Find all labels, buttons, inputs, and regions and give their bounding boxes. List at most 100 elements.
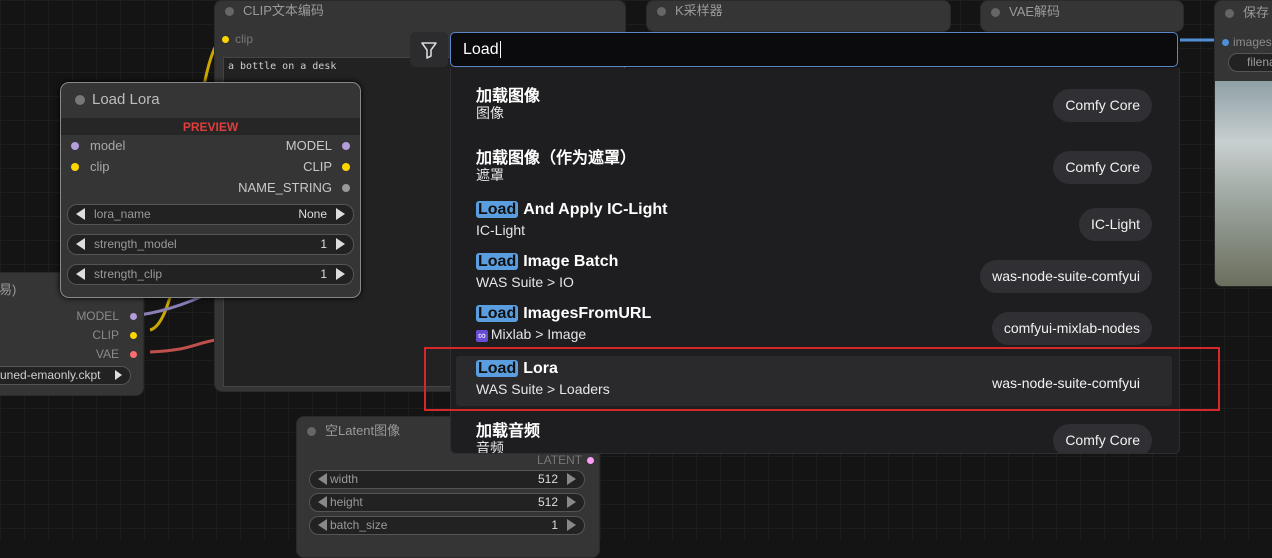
node-collapse-dot[interactable]: [307, 427, 316, 436]
node-title: VAE解码: [1009, 4, 1061, 19]
load-lora-preview-node[interactable]: Load Lora PREVIEW model clip MODEL CLIP …: [60, 82, 361, 298]
strength-clip-value: 1: [320, 267, 327, 281]
search-result-item[interactable]: Load ImagesFromURL ∞ Mixlab > Image comfyu…: [456, 301, 1172, 351]
next-arrow-icon[interactable]: [115, 370, 122, 380]
ksampler-node[interactable]: K采样器: [646, 0, 951, 32]
prev-arrow-icon[interactable]: [76, 268, 85, 280]
search-result-item[interactable]: 加载音频 音频 Comfy Core: [456, 413, 1172, 454]
result-source-badge: Comfy Core: [1053, 424, 1152, 453]
strength-model-label: strength_model: [94, 237, 177, 251]
filter-button[interactable]: [410, 32, 448, 67]
ckpt-name-value: uned-emaonly.ckpt: [0, 368, 101, 382]
next-arrow-icon[interactable]: [336, 208, 345, 220]
height-widget[interactable]: height 512: [309, 493, 585, 512]
vae-output-label: VAE: [95, 347, 119, 361]
strength-model-value: 1: [320, 237, 327, 251]
vae-output-pin[interactable]: [130, 351, 137, 358]
result-highlight: Load: [476, 201, 519, 218]
result-source-badge: comfyui-mixlab-nodes: [991, 312, 1152, 345]
result-name-text: And Apply IC-Light: [523, 201, 668, 218]
result-name: Load ImagesFromURL: [476, 305, 651, 323]
width-value: 512: [537, 472, 558, 486]
strength-clip-label: strength_clip: [94, 267, 163, 281]
batch-size-label: batch_size: [330, 518, 388, 532]
search-result-item[interactable]: Load Image Batch WAS Suite > IO was-node-…: [456, 249, 1172, 299]
result-category-text: IC-Light: [476, 222, 526, 238]
node-title: CLIP文本编码: [243, 3, 324, 18]
node-collapse-dot[interactable]: [657, 7, 666, 16]
latent-output-label: LATENT: [537, 453, 583, 467]
width-label: width: [330, 472, 359, 486]
preview-label: PREVIEW: [182, 120, 239, 134]
result-category: 音频: [476, 438, 504, 454]
ckpt-name-widget[interactable]: uned-emaonly.ckpt: [0, 366, 131, 385]
filename-label: filena: [1247, 55, 1272, 69]
node-title: K采样器: [675, 3, 723, 18]
result-category: ∞ Mixlab > Image: [476, 326, 586, 342]
result-name: Load Image Batch: [476, 253, 618, 271]
lora-name-label: lora_name: [94, 207, 151, 221]
width-widget[interactable]: width 512: [309, 470, 585, 489]
model-output-pin[interactable]: [342, 142, 350, 150]
node-collapse-dot[interactable]: [991, 8, 1000, 17]
node-title: 保存: [1243, 5, 1270, 20]
vae-decode-node[interactable]: VAE解码: [980, 0, 1184, 32]
batch-size-widget[interactable]: batch_size 1: [309, 516, 585, 535]
next-arrow-icon[interactable]: [336, 238, 345, 250]
model-input-label: model: [90, 138, 126, 153]
prev-arrow-icon[interactable]: [76, 208, 85, 220]
search-result-item[interactable]: 加载图像（作为遮罩） 遮罩 Comfy Core: [456, 140, 1172, 190]
clip-input-pin[interactable]: [222, 36, 229, 43]
strength-model-widget[interactable]: strength_model 1: [67, 234, 354, 255]
result-highlight: Load: [476, 253, 519, 270]
result-category: IC-Light: [476, 222, 525, 238]
result-category-text: Mixlab > Image: [490, 326, 587, 342]
filename-widget[interactable]: filena: [1228, 53, 1272, 72]
batch-size-value: 1: [551, 518, 558, 532]
result-name-text: ImagesFromURL: [523, 305, 652, 322]
height-label: height: [330, 495, 363, 509]
clip-output-label: CLIP: [92, 328, 119, 342]
clip-input-label: clip: [235, 32, 254, 46]
lora-node-header: Load Lora: [61, 83, 360, 117]
name-string-output-pin[interactable]: [342, 184, 350, 192]
name-string-output-label: NAME_STRING: [238, 180, 332, 195]
preview-image: [1215, 81, 1272, 286]
node-collapse-dot[interactable]: [225, 7, 234, 16]
clip-input-pin[interactable]: [71, 163, 79, 171]
search-result-item[interactable]: 加载图像 图像 Comfy Core: [456, 78, 1172, 128]
result-name-text: Image Batch: [523, 253, 619, 270]
clip-input-label: clip: [90, 159, 110, 174]
result-category-text: 图像: [476, 105, 504, 121]
images-input-pin[interactable]: [1222, 39, 1229, 46]
model-output-label: MODEL: [285, 138, 332, 153]
result-category: WAS Suite > IO: [476, 274, 574, 290]
result-name: Load And Apply IC-Light: [476, 201, 667, 219]
model-input-pin[interactable]: [71, 142, 79, 150]
latent-output-pin[interactable]: [587, 457, 594, 464]
prompt-text: a bottle on a desk: [228, 61, 337, 72]
next-arrow-icon[interactable]: [336, 268, 345, 280]
clip-output-pin[interactable]: [130, 332, 137, 339]
lora-name-value: None: [298, 207, 327, 221]
clip-output-pin[interactable]: [342, 163, 350, 171]
images-input-label: images: [1233, 35, 1272, 49]
lora-node-title: Load Lora: [92, 91, 160, 108]
search-query: Load: [463, 41, 499, 58]
preview-banner: PREVIEW: [61, 118, 360, 135]
mixlab-icon: ∞: [476, 330, 488, 342]
search-result-item[interactable]: Load And Apply IC-Light IC-Light IC-Light: [456, 197, 1172, 247]
lora-name-widget[interactable]: lora_name None: [67, 204, 354, 225]
clip-output-label: CLIP: [303, 159, 332, 174]
prev-arrow-icon[interactable]: [76, 238, 85, 250]
strength-clip-widget[interactable]: strength_clip 1: [67, 264, 354, 285]
height-value: 512: [537, 495, 558, 509]
result-category-text: 遮罩: [476, 167, 504, 183]
node-collapse-dot[interactable]: [1225, 9, 1234, 18]
node-search-input[interactable]: Load: [450, 32, 1178, 67]
model-output-pin[interactable]: [130, 313, 137, 320]
text-cursor: [499, 41, 501, 59]
node-collapse-dot[interactable]: [75, 95, 85, 105]
save-image-node[interactable]: 保存 images filena: [1214, 0, 1272, 287]
result-category-text: 音频: [476, 440, 504, 454]
